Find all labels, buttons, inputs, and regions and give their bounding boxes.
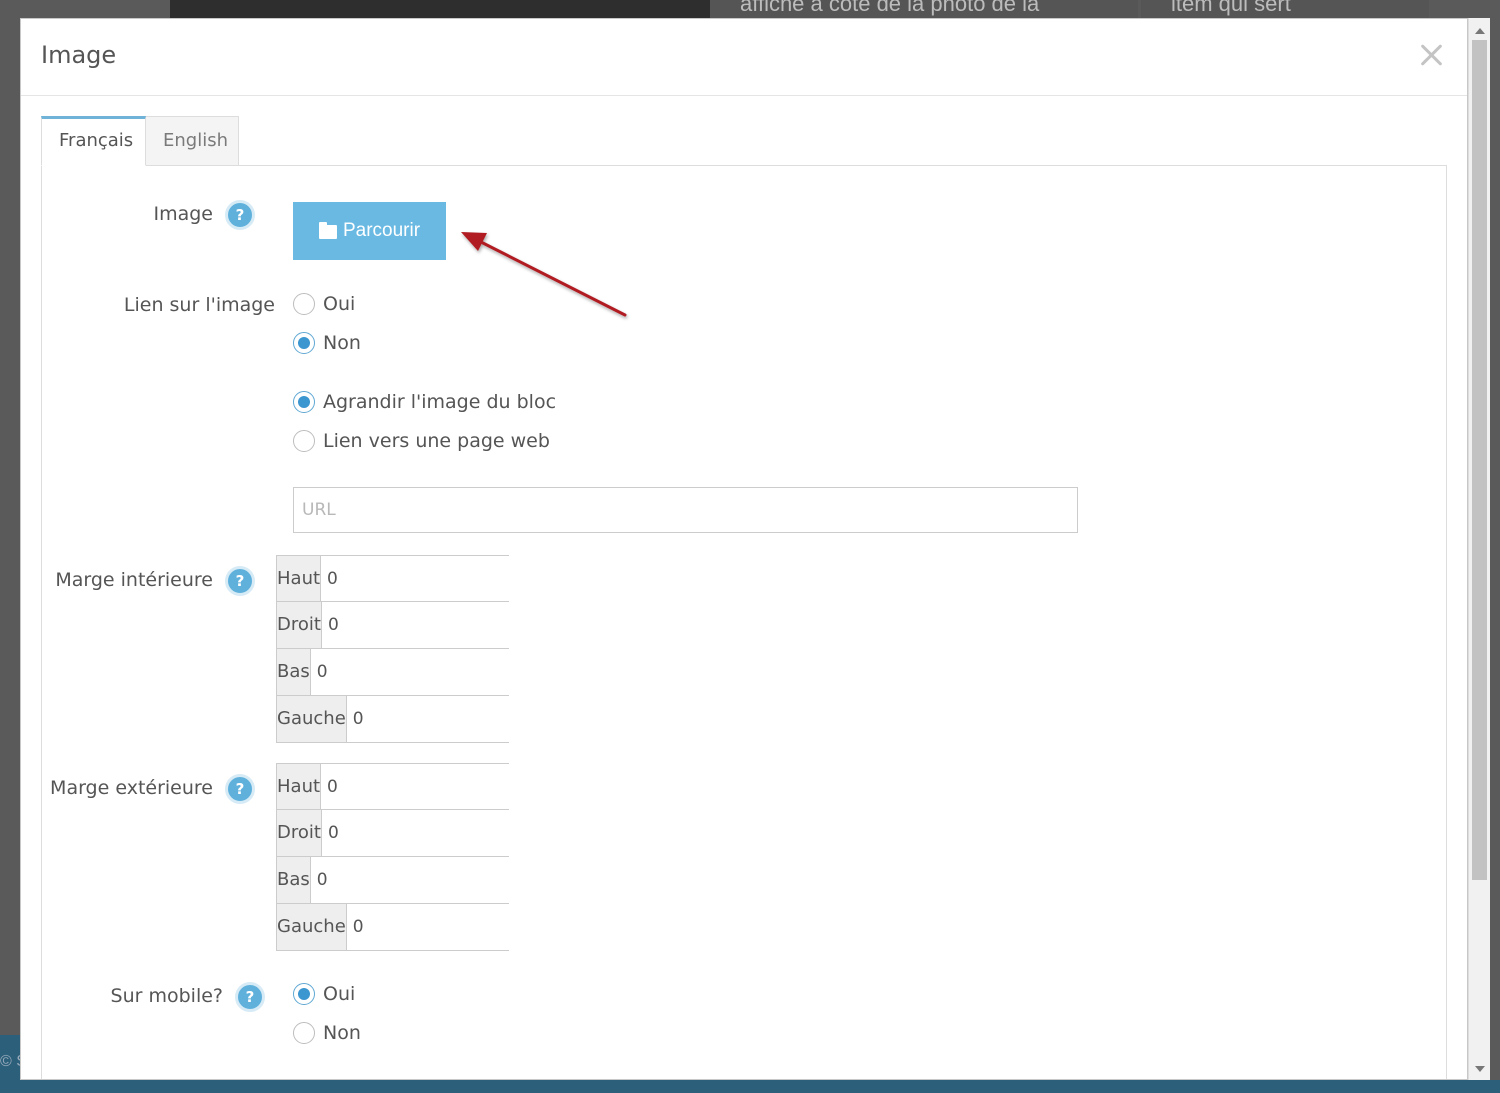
background-bottom-bar (20, 1080, 1500, 1093)
help-icon[interactable]: ? (225, 566, 255, 596)
outer-margin-bottom-input[interactable] (310, 857, 542, 903)
help-icon[interactable]: ? (225, 774, 255, 804)
scroll-up-arrow-icon[interactable] (1475, 28, 1485, 34)
radio-label: Agrandir l'image du bloc (323, 391, 557, 413)
enlarge-image-radio[interactable]: Agrandir l'image du bloc (293, 391, 556, 413)
help-icon[interactable]: ? (235, 982, 265, 1012)
radio-checked[interactable] (293, 332, 315, 354)
margin-side-label: Bas (277, 649, 311, 695)
inner-margin-group: Haut Droit Bas Gauche (276, 555, 578, 743)
browse-button-label: Parcourir (342, 220, 421, 241)
outer-margin-group: Haut Droit Bas Gauche (276, 763, 578, 951)
radio-unchecked[interactable] (293, 430, 315, 452)
radio-label: Non (323, 332, 361, 354)
radio-label: Oui (323, 983, 356, 1005)
background-caption: item qui sert (1171, 0, 1291, 16)
outer-margin-label: Marge extérieure (50, 777, 213, 799)
mobile-label: Sur mobile? (110, 985, 223, 1007)
vertical-scrollbar[interactable] (1468, 18, 1490, 1080)
inner-margin-label: Marge intérieure (55, 569, 213, 591)
modal-title: Image (41, 41, 117, 69)
browse-button[interactable]: Parcourir (293, 202, 446, 260)
radio-label: Lien vers une page web (323, 430, 550, 452)
help-icon[interactable]: ? (225, 200, 255, 230)
inner-margin-top-input[interactable] (321, 556, 553, 601)
margin-side-label: Droit (277, 810, 322, 856)
modal-header: Image (21, 19, 1467, 96)
outer-margin-right-input[interactable] (321, 810, 553, 856)
margin-side-label: Gauche (277, 696, 347, 742)
tab-english[interactable]: English (145, 116, 239, 166)
margin-side-label: Droit (277, 602, 322, 648)
margin-row: Gauche (276, 696, 578, 743)
mobile-no-radio[interactable]: Non (293, 1022, 361, 1044)
margin-side-label: Haut (277, 556, 322, 601)
outer-margin-top-input[interactable] (321, 764, 553, 809)
outer-margin-left-input[interactable] (346, 904, 578, 950)
scroll-down-arrow-icon[interactable] (1475, 1066, 1485, 1072)
background-cell: item qui sert (1141, 0, 1429, 18)
margin-row: Gauche (276, 904, 578, 951)
link-yes-radio[interactable]: Oui (293, 293, 355, 315)
image-modal: Image Français English Image ? Parcourir… (20, 18, 1468, 1080)
web-link-radio[interactable]: Lien vers une page web (293, 430, 550, 452)
margin-row: Bas (276, 649, 542, 696)
margin-side-label: Gauche (277, 904, 347, 950)
radio-checked[interactable] (293, 391, 315, 413)
margin-row: Droit (276, 810, 553, 857)
background-photo (170, 0, 710, 18)
background-caption: affiche à côté de la photo de la (740, 0, 1040, 16)
margin-side-label: Bas (277, 857, 311, 903)
close-icon[interactable] (1417, 41, 1445, 69)
link-no-radio[interactable]: Non (293, 332, 361, 354)
margin-row: Bas (276, 857, 542, 904)
radio-checked[interactable] (293, 983, 315, 1005)
scroll-thumb[interactable] (1472, 40, 1487, 880)
radio-unchecked[interactable] (293, 1022, 315, 1044)
radio-unchecked[interactable] (293, 293, 315, 315)
inner-margin-right-input[interactable] (321, 602, 553, 648)
background-cell: affiche à côté de la photo de la (710, 0, 1138, 18)
mobile-yes-radio[interactable]: Oui (293, 983, 355, 1005)
link-label: Lien sur l'image (123, 294, 275, 316)
margin-row: Haut (276, 555, 553, 602)
folder-icon (318, 222, 337, 239)
image-label: Image (153, 203, 213, 225)
margin-row: Droit (276, 602, 553, 649)
inner-margin-left-input[interactable] (346, 696, 578, 742)
margin-side-label: Haut (277, 764, 322, 809)
radio-label: Oui (323, 293, 356, 315)
tab-francais[interactable]: Français (41, 116, 146, 166)
radio-label: Non (323, 1022, 361, 1044)
inner-margin-bottom-input[interactable] (310, 649, 542, 695)
url-input[interactable] (293, 487, 1078, 533)
margin-row: Haut (276, 763, 553, 810)
